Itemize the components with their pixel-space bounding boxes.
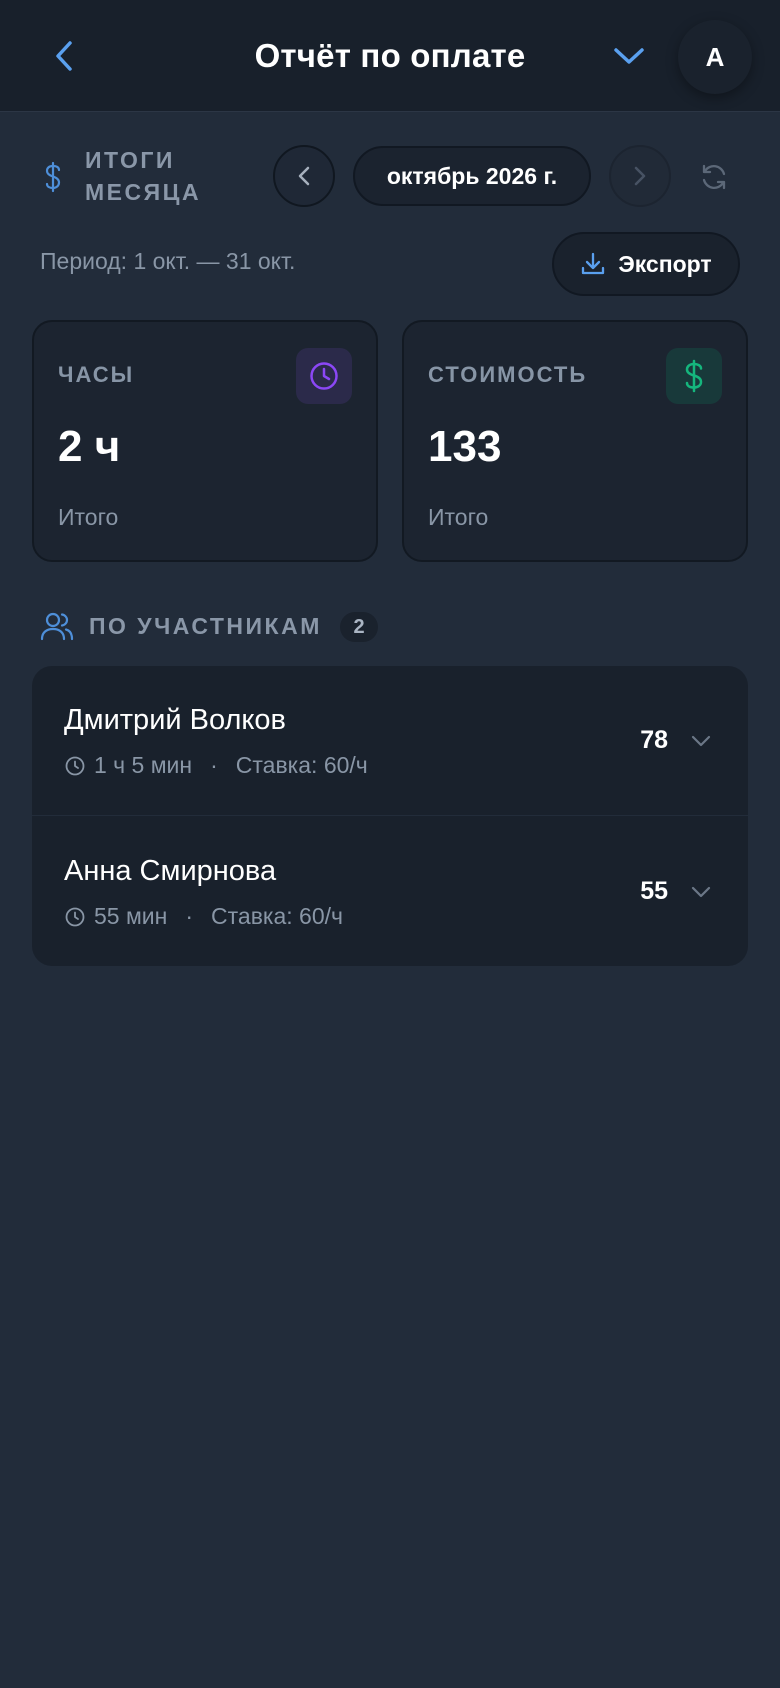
clock-badge (296, 348, 352, 404)
participant-name: Анна Смирнова (64, 855, 277, 887)
chevron-down-icon (691, 735, 711, 747)
clock-icon (65, 756, 85, 775)
expand-chevron[interactable] (688, 730, 714, 752)
export-label: Экспорт (618, 250, 712, 277)
participant-row[interactable]: Анна Смирнова 55 мин · Ставка: 60/ч 55 (32, 817, 748, 966)
cost-sub: Итого (428, 504, 489, 530)
users-icon (40, 612, 74, 641)
previous-month-button[interactable] (273, 145, 335, 207)
participant-meta: 1 ч 5 мин · Ставка: 60/ч (64, 752, 368, 779)
cost-card: СТОИМОСТЬ 133 Итого (402, 320, 748, 562)
dollar-icon (40, 160, 66, 194)
dollar-icon (685, 359, 703, 393)
participant-amount: 55 (640, 877, 668, 905)
refresh-icon (702, 164, 726, 190)
download-icon (582, 252, 605, 275)
chevron-right-icon (634, 166, 646, 186)
clock-icon (310, 362, 338, 390)
participant-amount: 78 (640, 726, 668, 754)
refresh-button[interactable] (695, 158, 733, 196)
participant-duration: 55 мин (94, 903, 168, 929)
chevron-down-icon (614, 48, 644, 64)
period-range: Период: 1 окт. — 31 окт. (40, 248, 296, 274)
participants-count-badge: 2 (340, 612, 378, 642)
hours-sub: Итого (58, 504, 119, 530)
dollar-badge (666, 348, 722, 404)
cost-label: СТОИМОСТЬ (428, 362, 588, 387)
export-button[interactable]: Экспорт (552, 232, 740, 296)
chevron-left-icon (298, 166, 310, 186)
month-summary-title: ИТОГИ МЕСЯЦА (85, 147, 202, 205)
participant-meta: 55 мин · Ставка: 60/ч (64, 903, 343, 930)
avatar[interactable]: A (678, 20, 752, 94)
month-selector[interactable]: октябрь 2026 г. (353, 146, 591, 206)
expand-chevron[interactable] (688, 881, 714, 903)
participants-list: Дмитрий Волков 1 ч 5 мин · Ставка: 60/ч … (32, 666, 748, 966)
participant-rate: Ставка: 60/ч (211, 903, 344, 929)
participant-duration: 1 ч 5 мин (94, 752, 193, 778)
hours-card: ЧАСЫ 2 ч Итого (32, 320, 378, 562)
participant-rate: Ставка: 60/ч (235, 752, 368, 778)
meta-separator: · (210, 752, 218, 778)
title-dropdown-button[interactable] (608, 36, 650, 76)
participants-title: ПО УЧАСТНИКАМ (89, 613, 322, 639)
page-title: Отчёт по оплате (254, 37, 526, 74)
clock-icon (65, 907, 85, 926)
meta-separator: · (185, 903, 194, 929)
next-month-button[interactable] (609, 145, 671, 207)
participant-name: Дмитрий Волков (64, 704, 286, 736)
cost-value: 133 (428, 422, 502, 471)
hours-label: ЧАСЫ (58, 362, 135, 387)
chevron-down-icon (691, 886, 711, 898)
hours-value: 2 ч (58, 422, 121, 471)
participant-row[interactable]: Дмитрий Волков 1 ч 5 мин · Ставка: 60/ч … (32, 666, 748, 816)
top-bar: Отчёт по оплате A (0, 0, 780, 112)
